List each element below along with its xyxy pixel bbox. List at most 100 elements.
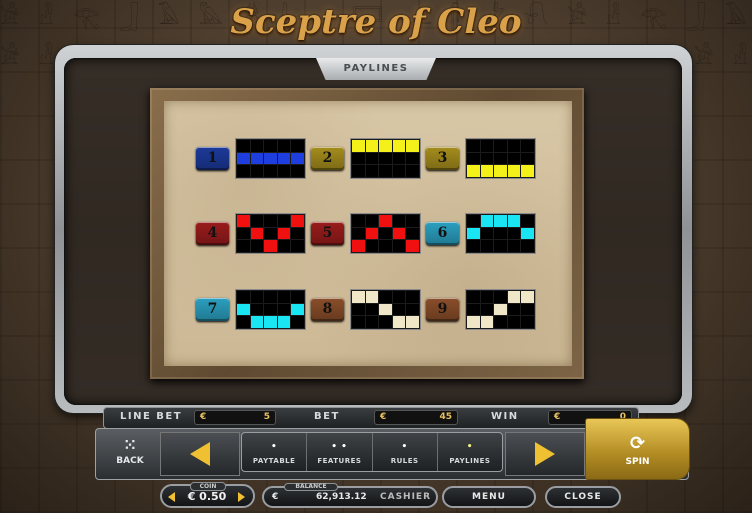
payline-cell <box>365 165 379 177</box>
payline-cell <box>352 215 365 227</box>
tab-features[interactable]: • • FEATURES <box>307 433 373 471</box>
win-label: WIN <box>491 411 519 422</box>
line-bet-label: LINE BET <box>120 411 183 422</box>
payline-cell <box>250 215 264 227</box>
payline-cell <box>277 316 291 328</box>
hieroglyph-wall-right: 𓀀 𓁐 𓂀 𓃀 𓄿 𓅓 𓆣 𓇋 𓈖 𓉐 𓊃 𓋴 𓌳 𓍯 <box>694 45 752 70</box>
coin-decrease-button[interactable] <box>168 492 175 502</box>
payline-cell <box>494 152 507 165</box>
payline-cell <box>277 165 291 177</box>
payline-cell <box>392 303 406 316</box>
payline-cell <box>521 240 534 252</box>
balance-caption: BALANCE <box>284 483 338 491</box>
payline-cell <box>291 165 304 177</box>
spin-label: SPIN <box>625 457 650 467</box>
payline-cell <box>480 316 494 328</box>
payline-cell <box>406 165 419 177</box>
payline-pattern-2 <box>350 138 421 179</box>
tab-paytable[interactable]: • PAYTABLE <box>242 433 308 471</box>
payline-cell <box>467 291 480 303</box>
payline-cell <box>467 227 480 240</box>
tab-rules[interactable]: • RULES <box>373 433 438 471</box>
payline-cell <box>291 140 304 152</box>
payline-cell <box>392 291 406 303</box>
payline-cell <box>507 215 521 227</box>
payline-cell <box>480 240 494 252</box>
payline-cell <box>237 316 250 328</box>
payline-cell <box>379 316 392 328</box>
tab-paylines[interactable]: • PAYLINES <box>438 433 502 471</box>
close-button[interactable]: CLOSE <box>545 486 621 508</box>
coin-increase-button[interactable] <box>238 492 245 502</box>
payline-cell <box>291 291 304 303</box>
payline-cell <box>392 215 406 227</box>
payline-cell <box>250 303 264 316</box>
payline-cell <box>379 215 392 227</box>
tab-label: PAYLINES <box>449 457 491 465</box>
payline-cell <box>507 140 521 152</box>
payline-cell <box>237 291 250 303</box>
panel-title-tab: PAYLINES <box>316 58 436 80</box>
spin-button[interactable]: ⟳ SPIN <box>585 418 690 480</box>
payline-cell <box>467 152 480 165</box>
bet-value: 45 <box>439 412 452 422</box>
payline-cell <box>237 165 250 177</box>
payline-cell <box>264 303 277 316</box>
payline-badge-3: 3 <box>426 147 459 170</box>
payline-cell <box>521 165 534 177</box>
payline-cell <box>392 240 406 252</box>
payline-cell <box>507 303 521 316</box>
payline-cell <box>352 240 365 252</box>
payline-cell <box>507 152 521 165</box>
payline-cell <box>365 215 379 227</box>
previous-page-button[interactable] <box>160 432 240 476</box>
tab-dots-icon: • <box>401 442 408 452</box>
line-bet-value: 5 <box>263 412 270 422</box>
payline-cell <box>352 291 365 303</box>
payline-cell <box>480 215 494 227</box>
payline-cell <box>379 303 392 316</box>
payline-cell <box>250 291 264 303</box>
payline-cell <box>392 316 406 328</box>
payline-badge-1: 1 <box>196 147 229 170</box>
next-page-button[interactable] <box>505 432 585 476</box>
payline-cell <box>237 240 250 252</box>
cashier-button[interactable]: CASHIER <box>380 488 431 506</box>
back-button[interactable]: ⁙ BACK <box>103 432 157 476</box>
payline-cell <box>250 316 264 328</box>
payline-cell <box>264 291 277 303</box>
payline-cell <box>392 140 406 152</box>
payline-cell <box>264 152 277 165</box>
spin-refresh-icon: ⟳ <box>629 433 646 454</box>
payline-pattern-9 <box>465 289 536 330</box>
payline-cell <box>494 303 507 316</box>
payline-cell <box>352 303 365 316</box>
payline-cell <box>507 240 521 252</box>
payline-cell <box>291 316 304 328</box>
payline-cell <box>480 140 494 152</box>
menu-button[interactable]: MENU <box>442 486 536 508</box>
payline-pattern-6 <box>465 213 536 254</box>
payline-cell <box>237 140 250 152</box>
bet-field: € 45 <box>374 410 458 425</box>
payline-cell <box>392 227 406 240</box>
payline-badge-2: 2 <box>311 147 344 170</box>
tab-label: PAYTABLE <box>252 457 296 465</box>
payline-cell <box>352 152 365 165</box>
payline-badge-7: 7 <box>196 298 229 321</box>
payline-cell <box>406 291 419 303</box>
payline-badge-8: 8 <box>311 298 344 321</box>
payline-cell <box>521 152 534 165</box>
payline-cell <box>521 215 534 227</box>
payline-cell <box>480 291 494 303</box>
tab-dots-icon: • <box>466 442 473 452</box>
win-currency: € <box>554 412 561 422</box>
payline-cell <box>250 165 264 177</box>
payline-cell <box>379 240 392 252</box>
payline-cell <box>291 152 304 165</box>
payline-cell <box>521 140 534 152</box>
payline-cell <box>480 303 494 316</box>
payline-cell <box>291 215 304 227</box>
payline-cell <box>494 215 507 227</box>
payline-cell <box>277 152 291 165</box>
